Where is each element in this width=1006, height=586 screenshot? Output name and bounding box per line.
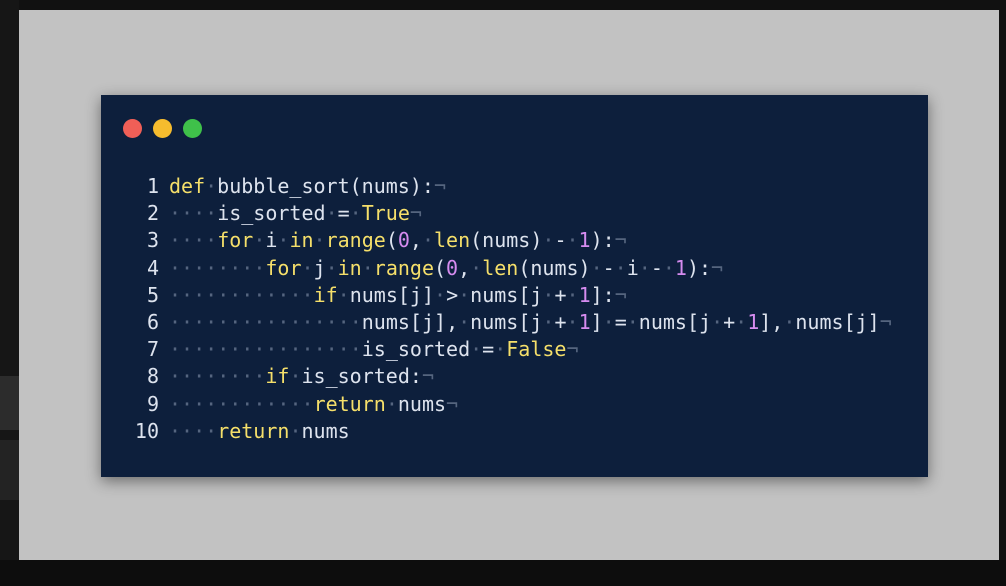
code-line: 2 ····is_sorted·=·True¬ (127, 200, 918, 227)
code-line: 10 ····return·nums (127, 418, 918, 445)
code-line: 9 ············return·nums¬ (127, 391, 918, 418)
line-number: 7 (146, 337, 159, 362)
maximize-dot-icon[interactable] (183, 119, 202, 138)
line-number: 4 (146, 255, 159, 280)
code-line: 5 ············if·nums[j]·>·nums[j·+·1]:¬ (127, 282, 918, 309)
minimize-dot-icon[interactable] (153, 119, 172, 138)
line-number: 5 (146, 282, 159, 307)
code-text: ····is_sorted·=·True¬ (169, 201, 422, 226)
code-text: ········for·j·in·range(0,·len(nums)·-·i·… (169, 255, 724, 280)
code-line: 3 ····for·i·in·range(0,·len(nums)·-·1):¬ (127, 227, 918, 254)
code-text: ················nums[j],·nums[j·+·1]·=·n… (169, 309, 892, 334)
code-line: 1 def·bubble_sort(nums):¬ (127, 173, 918, 200)
code-block: 1 def·bubble_sort(nums):¬ 2 ····is_sorted·=… (127, 173, 918, 445)
line-number: 6 (146, 309, 159, 334)
code-line: 7 ················is_sorted·=·False¬ (127, 336, 918, 363)
code-text: def·bubble_sort(nums):¬ (169, 174, 446, 198)
side-tab-2 (0, 440, 19, 500)
code-window: 1 def·bubble_sort(nums):¬ 2 ····is_sorted·=… (101, 95, 928, 477)
code-line: 6 ················nums[j],·nums[j·+·1]·=·… (127, 309, 918, 336)
line-number: 1 (146, 174, 159, 198)
line-number: 9 (146, 391, 159, 416)
line-number: 3 (146, 228, 159, 253)
line-number: 10 (134, 418, 159, 443)
code-text: ············return·nums¬ (169, 391, 459, 416)
code-text: ············if·nums[j]·>·nums[j·+·1]:¬ (169, 282, 627, 307)
close-dot-icon[interactable] (123, 119, 142, 138)
code-text: ····for·i·in·range(0,·len(nums)·-·1):¬ (169, 228, 627, 253)
left-edge-strip (0, 0, 19, 586)
line-number: 2 (146, 201, 159, 226)
code-text: ········if·is_sorted:¬ (169, 364, 434, 389)
bottom-bar (0, 560, 1006, 586)
line-number: 8 (146, 364, 159, 389)
code-line: 8 ········if·is_sorted:¬ (127, 363, 918, 390)
side-tab (0, 376, 19, 430)
window-controls (123, 119, 202, 138)
code-text: ················is_sorted·=·False¬ (169, 337, 579, 362)
code-text: ····return·nums (169, 418, 350, 443)
code-line: 4 ········for·j·in·range(0,·len(nums)·-·i… (127, 255, 918, 282)
